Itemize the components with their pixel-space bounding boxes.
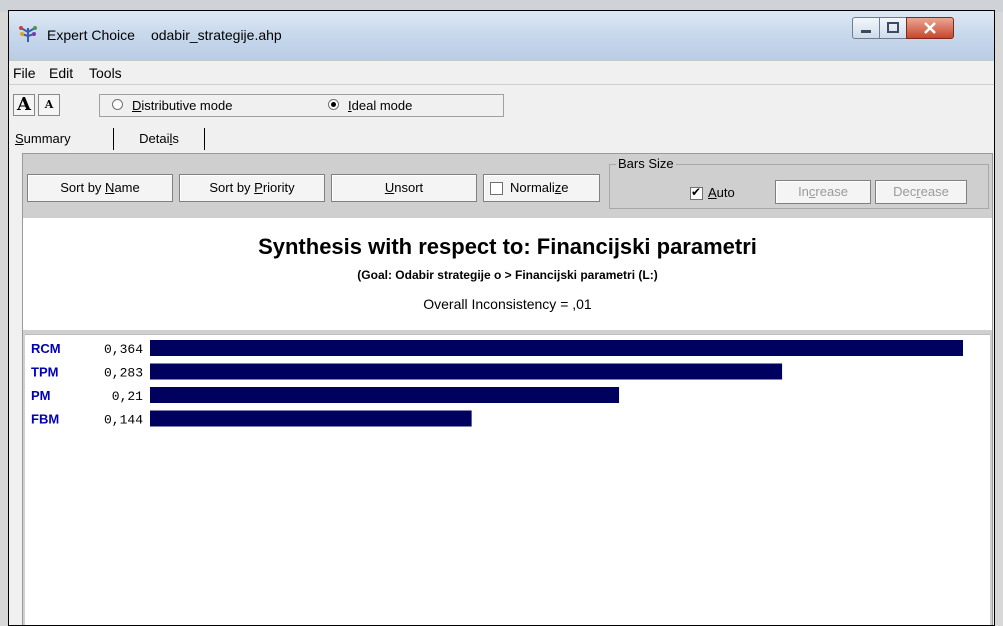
synthesis-header: Synthesis with respect to: Financijski p…: [23, 218, 992, 330]
mode-selector: Distributive mode Ideal mode: [99, 94, 504, 117]
bars-size-group: Bars Size Auto Increase Decrease: [609, 156, 989, 209]
menu-file[interactable]: File: [13, 65, 36, 81]
auto-checkbox[interactable]: [690, 185, 703, 200]
decrease-font-icon: A: [44, 98, 54, 111]
tab-bar: Summary Details: [9, 122, 994, 152]
app-name: Expert Choice: [47, 27, 135, 43]
file-name: odabir_strategije.ahp: [150, 27, 282, 43]
maximize-icon: [887, 22, 899, 33]
maximize-button[interactable]: [879, 17, 907, 39]
increase-font-button[interactable]: A: [13, 94, 35, 116]
summary-panel: Sort by Name Sort by Priority Unsort Nor…: [22, 153, 993, 625]
menu-tools[interactable]: Tools: [89, 65, 122, 81]
priority-bar-chart-svg: RCM 0,364 TPM 0,283 PM 0,21 FBM 0,144: [31, 340, 963, 428]
background-edge-right: [995, 0, 1003, 626]
close-button[interactable]: [906, 17, 954, 39]
decrease-font-button[interactable]: A: [38, 94, 60, 116]
normalize-checkbox[interactable]: [490, 182, 503, 195]
bar-value-fbm: 0,144: [104, 413, 143, 428]
bars-size-legend: Bars Size: [616, 156, 676, 171]
overall-inconsistency: Overall Inconsistency = ,01: [423, 296, 592, 312]
sort-by-name-button[interactable]: Sort by Name: [27, 174, 173, 202]
tab-details[interactable]: Details: [113, 128, 205, 150]
title-bar[interactable]: Expert Choice odabir_strategije.ahp: [9, 11, 994, 60]
bar-value-rcm: 0,364: [104, 342, 143, 357]
synthesis-title: Synthesis with respect to: Financijski p…: [258, 234, 757, 259]
unsort-button[interactable]: Unsort: [331, 174, 477, 202]
bar-pm: [150, 387, 620, 403]
distributive-mode-label[interactable]: Distributive mode: [132, 98, 232, 113]
bar-value-pm: 0,21: [112, 389, 143, 404]
synthesis-goal: (Goal: Odabir strategije o > Financijski…: [357, 268, 658, 282]
expert-choice-app-icon: [19, 26, 37, 42]
tab-summary[interactable]: Summary: [15, 128, 111, 150]
menu-bar: File Edit Tools: [9, 60, 994, 85]
decrease-button[interactable]: Decrease: [875, 180, 967, 204]
normalize-label: Normalize: [510, 180, 569, 195]
close-icon: [924, 22, 936, 34]
bar-label-rcm: RCM: [31, 341, 61, 356]
normalize-toggle[interactable]: Normalize: [483, 174, 600, 202]
bar-tpm: [150, 363, 783, 380]
background-edge-left: [0, 0, 8, 626]
bar-label-tpm: TPM: [31, 365, 58, 380]
sort-by-priority-button[interactable]: Sort by Priority: [179, 174, 325, 202]
menu-edit[interactable]: Edit: [49, 65, 73, 81]
expert-choice-window: Expert Choice odabir_strategije.ahp File …: [8, 10, 995, 626]
bar-label-fbm: FBM: [31, 412, 59, 427]
minimize-icon: [861, 30, 871, 33]
ideal-mode-radio[interactable]: [328, 99, 339, 110]
toolbar: A A Distributive mode Ideal mode: [9, 84, 994, 121]
auto-label[interactable]: Auto: [708, 185, 735, 200]
window-title: Expert Choice odabir_strategije.ahp: [47, 27, 298, 43]
minimize-button[interactable]: [852, 17, 880, 39]
ideal-mode-label[interactable]: Ideal mode: [348, 98, 412, 113]
bar-fbm: [150, 410, 472, 427]
increase-font-icon: A: [17, 94, 31, 115]
bar-rcm: [150, 340, 963, 356]
priority-bar-chart: RCM 0,364 TPM 0,283 PM 0,21 FBM 0,144: [25, 334, 990, 625]
bar-value-tpm: 0,283: [104, 366, 143, 381]
increase-button[interactable]: Increase: [775, 180, 871, 204]
bar-label-pm: PM: [31, 388, 51, 403]
distributive-mode-radio[interactable]: [112, 99, 123, 110]
